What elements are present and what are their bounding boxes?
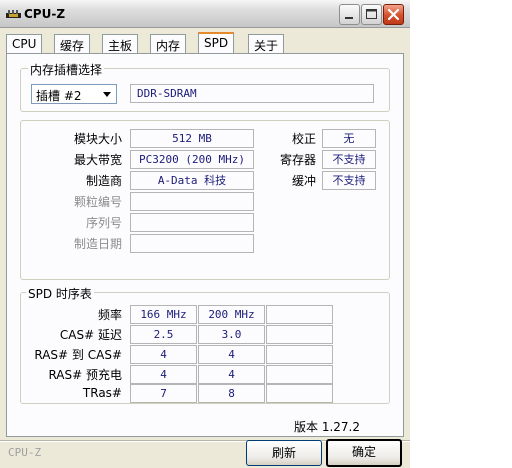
timing-cell: 4 bbox=[198, 365, 265, 384]
slot-select-value: 插槽 #2 bbox=[36, 89, 82, 103]
slot-select[interactable]: 插槽 #2 bbox=[31, 84, 117, 104]
tab-cpu[interactable]: CPU bbox=[6, 34, 43, 53]
timing-cell: 3.0 bbox=[198, 325, 265, 344]
timing-cell bbox=[266, 365, 333, 384]
timing-row-label: RAS# 到 CAS# bbox=[34, 348, 122, 362]
close-button[interactable] bbox=[383, 4, 404, 25]
max-bandwidth-field: PC3200 (200 MHz) bbox=[130, 150, 254, 169]
registered-field: 不支持 bbox=[322, 150, 376, 169]
maximize-button[interactable] bbox=[361, 4, 382, 25]
part-number-field bbox=[130, 192, 254, 211]
chevron-down-icon[interactable] bbox=[99, 86, 115, 102]
timing-cell bbox=[266, 384, 333, 403]
timing-row-label: CAS# 延迟 bbox=[59, 328, 122, 342]
buffered-field: 不支持 bbox=[322, 171, 376, 190]
timing-cell: 166 MHz bbox=[130, 305, 197, 324]
version-label: 版本 1.27.2 bbox=[294, 420, 360, 434]
timing-cell: 200 MHz bbox=[198, 305, 265, 324]
refresh-button[interactable]: 刷新 bbox=[246, 440, 322, 466]
registered-label: 寄存器 bbox=[279, 153, 316, 167]
tab-mainboard[interactable]: 主板 bbox=[102, 34, 139, 53]
timing-cell bbox=[266, 325, 333, 344]
close-icon bbox=[387, 8, 400, 21]
maximize-icon bbox=[366, 9, 377, 19]
minimize-button[interactable] bbox=[339, 4, 360, 25]
manufacture-date-label: 制造日期 bbox=[73, 237, 122, 251]
timing-cell bbox=[266, 305, 333, 324]
module-size-label: 模块大小 bbox=[73, 132, 122, 146]
slot-selection-legend: 内存插槽选择 bbox=[28, 61, 105, 78]
serial-number-field bbox=[130, 213, 254, 232]
tab-strip: CPU 缓存 主板 内存 SPD 关于 bbox=[6, 32, 404, 54]
tab-spd[interactable]: SPD bbox=[198, 32, 235, 53]
ok-button[interactable]: 确定 bbox=[326, 439, 402, 467]
memory-type-field: DDR-SDRAM bbox=[130, 84, 374, 103]
timing-cell: 2.5 bbox=[130, 325, 197, 344]
buffered-label: 缓冲 bbox=[291, 174, 316, 188]
timing-cell: 8 bbox=[198, 384, 265, 403]
ecc-label: 校正 bbox=[291, 132, 316, 146]
timing-cell: 4 bbox=[198, 345, 265, 364]
timing-cell: 4 bbox=[130, 365, 197, 384]
max-bandwidth-label: 最大带宽 bbox=[73, 153, 122, 167]
minimize-icon bbox=[345, 17, 353, 19]
cpu-chip-icon bbox=[6, 10, 21, 18]
footer-brand: CPU-Z bbox=[8, 446, 42, 459]
title-bar[interactable]: CPU-Z bbox=[0, 0, 410, 28]
manufacture-date-field bbox=[130, 234, 254, 253]
module-size-field: 512 MB bbox=[130, 129, 254, 148]
window-title: CPU-Z bbox=[24, 7, 66, 21]
timing-row-label: 频率 bbox=[97, 308, 122, 322]
cpuz-window: CPU-Z CPU 缓存 主板 内存 SPD 关于 内存插槽选择 插槽 #2 D… bbox=[0, 0, 410, 468]
timing-cell: 7 bbox=[130, 384, 197, 403]
serial-number-label: 序列号 bbox=[85, 216, 122, 230]
tab-memory[interactable]: 内存 bbox=[150, 34, 187, 53]
timing-row-label: TRas# bbox=[82, 386, 122, 400]
manufacturer-field: A-Data 科技 bbox=[130, 171, 254, 190]
tab-about[interactable]: 关于 bbox=[248, 34, 285, 53]
timing-row-label: RAS# 预充电 bbox=[48, 368, 122, 382]
timing-cell: 4 bbox=[130, 345, 197, 364]
timing-cell bbox=[266, 345, 333, 364]
spd-timings-legend: SPD 时序表 bbox=[26, 285, 94, 302]
manufacturer-label: 制造商 bbox=[85, 174, 122, 188]
part-number-label: 颗粒编号 bbox=[73, 195, 122, 209]
tab-cache[interactable]: 缓存 bbox=[54, 34, 91, 53]
ecc-field: 无 bbox=[322, 129, 376, 148]
